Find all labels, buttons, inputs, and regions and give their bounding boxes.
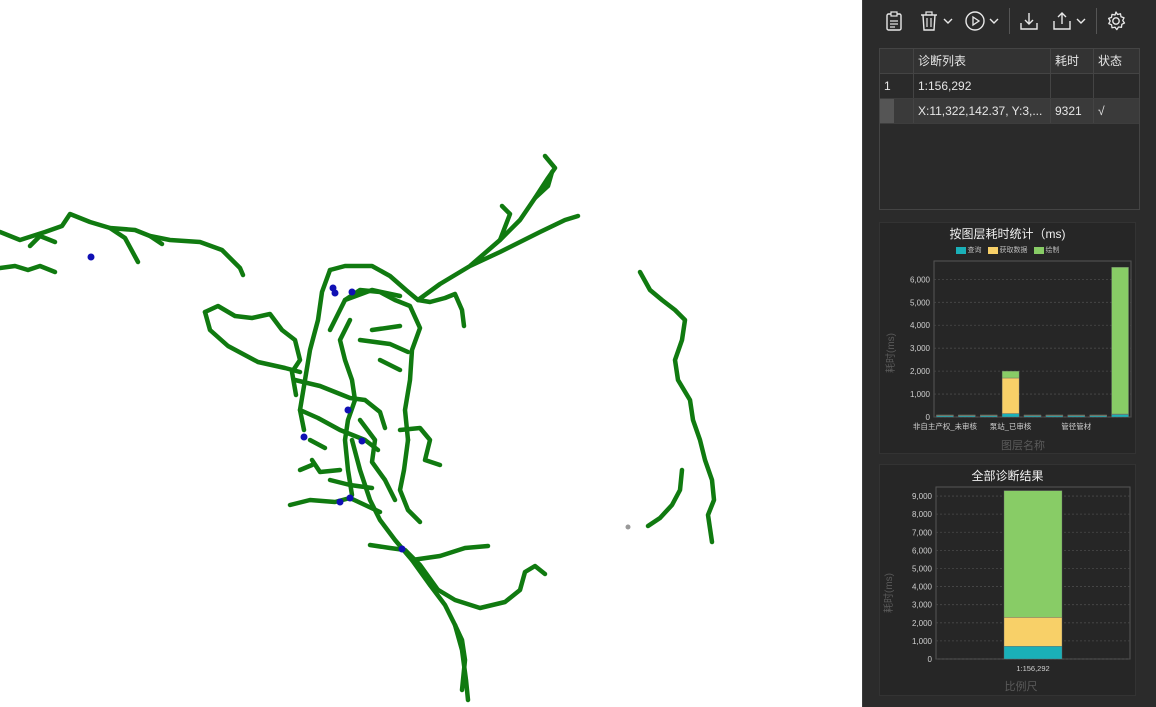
- bar-segment-绘制: [958, 414, 976, 416]
- table-row[interactable]: 1 1:156,292: [880, 74, 1139, 99]
- y-tick-label: 6,000: [910, 275, 931, 284]
- table-cell: 1: [880, 74, 914, 98]
- chevron-down-icon: [1076, 18, 1086, 24]
- chart-plot: 耗时(ms) 比例尺 0 1,000 2,000 3,000 4,000 5,000 6,0…: [883, 486, 1131, 693]
- download-icon: [1020, 13, 1038, 30]
- map-marker: [625, 524, 631, 530]
- y-tick-label: 8,000: [912, 510, 933, 519]
- table-cell: 9321: [1051, 99, 1094, 123]
- y-tick-label: 3,000: [912, 601, 933, 610]
- bar-segment-绘制: [1001, 370, 1020, 379]
- y-tick-label: 9,000: [912, 492, 933, 501]
- run-button[interactable]: [964, 8, 999, 34]
- diagnosis-table[interactable]: 诊断列表 耗时 状态 1 1:156,292 X:11,322,142.37, …: [879, 48, 1140, 210]
- point-feature: [331, 289, 339, 297]
- x-tick-label: 泵站_已审核: [990, 421, 1032, 431]
- point-feature: [300, 433, 308, 441]
- x-tick-label: 管径管材: [1061, 421, 1091, 431]
- export-button[interactable]: [1051, 8, 1086, 34]
- y-tick-label: 1,000: [912, 637, 933, 646]
- y-tick-label: 2,000: [910, 367, 931, 376]
- bar-segment-绘制: [1111, 266, 1129, 415]
- bar-segment-绘制: [936, 414, 954, 416]
- download-button[interactable]: [1018, 8, 1040, 34]
- bar-segment-绘制: [1045, 414, 1064, 416]
- y-tick-label: 3,000: [910, 344, 931, 353]
- row-indicator: [880, 99, 894, 123]
- bar-segment-获取数据: [1001, 377, 1020, 414]
- point-feature: [336, 498, 344, 506]
- y-tick-label: 2,000: [912, 619, 933, 628]
- y-tick-label: 5,000: [912, 564, 933, 573]
- table-cell: 1:156,292: [914, 74, 1051, 98]
- point-feature: [348, 288, 356, 296]
- column-header-index: [880, 49, 914, 73]
- table-row[interactable]: X:11,322,142.37, Y:3,... 9321 √: [880, 99, 1139, 124]
- chart-plot: 耗时(ms) 图层名称 0 1,000 2,000 3,000 4,000 5,000 6,…: [885, 260, 1132, 452]
- delete-icon: [921, 11, 937, 31]
- table-cell: √: [1098, 104, 1105, 118]
- y-axis-label: 耗时(ms): [885, 333, 897, 373]
- bar-segment-获取数据: [1003, 617, 1063, 647]
- pipe-network-map[interactable]: [0, 0, 862, 707]
- bar-segment-绘制: [980, 414, 998, 416]
- point-feature: [346, 494, 354, 502]
- settings-button[interactable]: [1105, 8, 1127, 34]
- point-features: [87, 253, 406, 553]
- x-tick-label: 1:156,292: [1016, 664, 1049, 673]
- column-header-time[interactable]: 耗时: [1051, 49, 1094, 73]
- table-cell: [1051, 74, 1094, 98]
- point-feature: [358, 437, 366, 445]
- point-feature: [398, 545, 406, 553]
- plot-frame: [933, 260, 1132, 418]
- bar-segment-绘制: [1023, 414, 1042, 416]
- table-cell: [880, 99, 914, 123]
- column-header-list[interactable]: 诊断列表: [914, 49, 1051, 73]
- export-icon: [1053, 12, 1071, 30]
- table-header: 诊断列表 耗时 状态: [880, 49, 1139, 74]
- y-tick-label: 4,000: [910, 321, 931, 330]
- table-cell: X:11,322,142.37, Y:3,...: [914, 99, 1051, 123]
- bar-segment-查询: [1003, 646, 1063, 660]
- pipe-network-lines: [0, 153, 717, 703]
- bar-segment-查询: [1001, 413, 1020, 418]
- x-tick-label: 非自主产权_未审核: [913, 421, 978, 431]
- y-tick-label: 0: [928, 655, 933, 664]
- y-tick-label: 1,000: [910, 390, 931, 399]
- diagnostics-panel: 诊断列表 耗时 状态 1 1:156,292 X:11,322,142.37, …: [862, 0, 1156, 707]
- y-tick-label: 4,000: [912, 583, 933, 592]
- bar-segment-绘制: [1089, 414, 1107, 416]
- point-feature: [87, 253, 95, 261]
- toolbar: [863, 0, 1156, 42]
- bar-segment-绘制: [1067, 414, 1085, 416]
- map-canvas[interactable]: [0, 0, 862, 707]
- bar-segment-绘制: [1003, 490, 1063, 618]
- clipboard-button[interactable]: [883, 8, 905, 34]
- delete-button[interactable]: [918, 8, 953, 34]
- table-cell: [1094, 74, 1139, 98]
- point-feature: [344, 406, 352, 414]
- all-results-chart: 全部诊断结果 耗时(ms) 比例尺 0 1,000 2,000 3,000 4,000 5…: [879, 464, 1136, 696]
- y-tick-label: 6,000: [912, 546, 933, 555]
- x-axis-label: 图层名称: [1001, 438, 1045, 452]
- chevron-down-icon: [989, 18, 999, 24]
- y-tick-label: 7,000: [912, 528, 933, 537]
- play-icon: [965, 11, 985, 31]
- column-header-status[interactable]: 状态: [1094, 49, 1139, 73]
- gear-icon: [1107, 11, 1126, 31]
- y-axis-label: 耗时(ms): [883, 573, 895, 613]
- y-tick-label: 0: [926, 413, 931, 422]
- x-axis-label: 比例尺: [1005, 679, 1038, 693]
- y-tick-label: 5,000: [910, 298, 931, 307]
- clipboard-icon: [886, 11, 902, 31]
- layer-time-chart: 按图层耗时统计（ms) 查询 获取数据 绘制 耗时(ms) 图层名称 0 1,00…: [879, 222, 1136, 454]
- chevron-down-icon: [943, 18, 953, 24]
